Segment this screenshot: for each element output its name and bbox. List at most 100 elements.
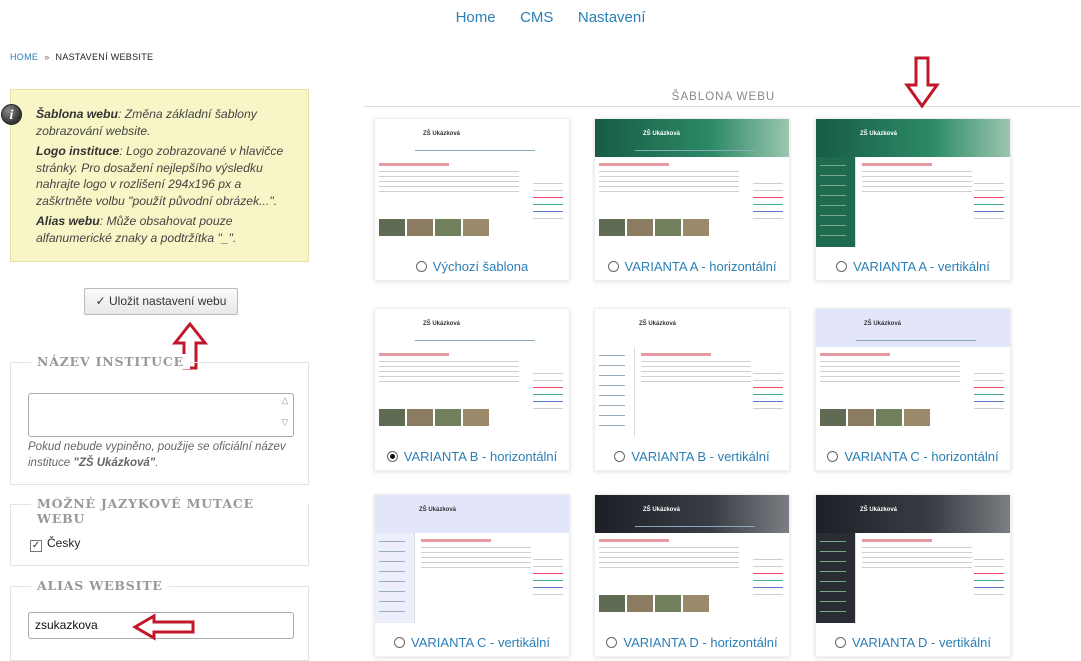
template-card[interactable]: ZŠ Ukázková VARIANTA B - horizontální	[374, 308, 570, 471]
preview-side-line	[753, 559, 783, 560]
template-card[interactable]: ZŠ Ukázková VARIANTA D - vertikální	[815, 494, 1011, 657]
preview-sidebar	[816, 157, 856, 247]
template-card[interactable]: ZŠ Ukázková VARIANTA A - horizontální	[594, 118, 790, 281]
save-settings-button[interactable]: ✓ Uložit nastavení webu	[84, 288, 238, 315]
preview-photos	[379, 409, 489, 426]
preview-header	[375, 495, 569, 533]
preview-text-line	[820, 361, 960, 362]
preview-header	[375, 119, 569, 157]
template-option[interactable]: Výchozí šablona	[375, 259, 569, 274]
preview-sidebar-item	[820, 165, 846, 166]
preview-brand: ZŠ Ukázková	[643, 131, 681, 137]
preview-sidebar-item	[820, 175, 846, 176]
template-preview[interactable]: ZŠ Ukázková	[595, 119, 789, 247]
template-option[interactable]: VARIANTA A - horizontální	[595, 259, 789, 274]
preview-photo	[820, 409, 846, 426]
template-preview[interactable]: ZŠ Ukázková	[375, 495, 569, 623]
radio-selected-icon[interactable]	[386, 451, 398, 462]
info-icon: i	[1, 104, 22, 125]
preview-side-line	[753, 580, 783, 581]
preview-text-line	[862, 557, 972, 558]
preview-text-line	[379, 186, 519, 187]
template-option[interactable]: VARIANTA B - horizontální	[375, 449, 569, 464]
preview-photo	[463, 409, 489, 426]
preview-side-line	[753, 218, 783, 219]
preview-text-line	[862, 547, 972, 548]
breadcrumb-current: NASTAVENÍ WEBSITE	[55, 52, 154, 62]
preview-text-line	[421, 562, 531, 563]
preview-text-line	[379, 191, 519, 192]
preview-sidebar-item	[599, 355, 625, 356]
checkbox-checked-icon[interactable]: ✓	[30, 540, 42, 552]
breadcrumb-home[interactable]: HOME	[10, 52, 38, 62]
preview-heading	[599, 539, 669, 542]
preview-side-line	[533, 559, 563, 560]
radio-icon[interactable]	[607, 261, 619, 272]
preview-side-line	[974, 380, 1004, 381]
template-card[interactable]: ZŠ Ukázková VARIANTA A - vertikální	[815, 118, 1011, 281]
template-card[interactable]: ZŠ Ukázková VARIANTA C - horizontální	[815, 308, 1011, 471]
template-preview[interactable]: ZŠ Ukázková	[375, 309, 569, 437]
template-preview[interactable]: ZŠ Ukázková	[816, 495, 1010, 623]
template-option[interactable]: VARIANTA D - horizontální	[595, 635, 789, 650]
preview-sidebar-item	[820, 205, 846, 206]
template-section-title: ŠABLONA WEBU	[671, 91, 776, 103]
template-option[interactable]: VARIANTA C - horizontální	[816, 449, 1010, 464]
radio-icon[interactable]	[827, 451, 839, 462]
preview-text-line	[599, 171, 739, 172]
template-preview[interactable]: ZŠ Ukázková	[595, 495, 789, 623]
template-card[interactable]: ZŠ Ukázková Výchozí šablona	[374, 118, 570, 281]
preview-sidebar-item	[379, 561, 405, 562]
legend-institution-name: NÁZEV INSTITUCE	[31, 354, 190, 369]
template-preview[interactable]: ZŠ Ukázková	[816, 309, 1010, 437]
nav-cms[interactable]: CMS	[520, 9, 553, 26]
radio-icon[interactable]	[614, 451, 626, 462]
preview-brand: ZŠ Ukázková	[419, 507, 457, 513]
preview-text-line	[421, 547, 531, 548]
radio-icon[interactable]	[415, 261, 427, 272]
preview-sidebar	[595, 347, 635, 437]
preview-text-line	[862, 186, 972, 187]
nav-home[interactable]: Home	[456, 9, 496, 26]
preview-sidebar-item	[599, 395, 625, 396]
scroll-down-icon[interactable]: ▽	[279, 417, 291, 435]
preview-sidebar-item	[820, 561, 846, 562]
preview-header	[595, 495, 789, 533]
preview-sidebar-item	[599, 425, 625, 426]
preview-sidebar-item	[820, 581, 846, 582]
radio-icon[interactable]	[835, 637, 847, 648]
preview-sidebar	[375, 533, 415, 623]
preview-text-line	[862, 176, 972, 177]
template-option[interactable]: VARIANTA A - vertikální	[816, 259, 1010, 274]
help-template: Šablona webu: Změna základní šablony zob…	[36, 106, 288, 139]
preview-side-line	[974, 559, 1004, 560]
template-option[interactable]: VARIANTA C - vertikální	[375, 635, 569, 650]
radio-icon[interactable]	[394, 637, 406, 648]
template-label: VARIANTA A - horizontální	[624, 259, 777, 274]
template-preview[interactable]: ZŠ Ukázková	[375, 119, 569, 247]
preview-side-line	[533, 587, 563, 588]
help-alias-term: Alias webu	[36, 214, 100, 228]
scroll-up-icon[interactable]: △	[279, 395, 291, 413]
template-card[interactable]: ZŠ Ukázková VARIANTA B - vertikální	[594, 308, 790, 471]
preview-brand: ZŠ Ukázková	[423, 321, 461, 327]
preview-photo	[683, 219, 709, 236]
preview-side-line	[753, 204, 783, 205]
template-option[interactable]: VARIANTA D - vertikální	[816, 635, 1010, 650]
radio-icon[interactable]	[836, 261, 848, 272]
preview-side-line	[753, 373, 783, 374]
template-option[interactable]: VARIANTA B - vertikální	[595, 449, 789, 464]
language-option-cesky[interactable]: ✓ Česky	[30, 536, 80, 552]
institution-name-input[interactable]: △ ▽	[28, 393, 294, 437]
template-preview[interactable]: ZŠ Ukázková	[595, 309, 789, 437]
template-preview[interactable]: ZŠ Ukázková	[816, 119, 1010, 247]
preview-text-line	[379, 171, 519, 172]
template-card[interactable]: ZŠ Ukázková VARIANTA D - horizontální	[594, 494, 790, 657]
template-label: VARIANTA C - horizontální	[844, 449, 999, 464]
preview-side-line	[533, 408, 563, 409]
template-card[interactable]: ZŠ Ukázková VARIANTA C - vertikální	[374, 494, 570, 657]
preview-brand: ZŠ Ukázková	[860, 507, 898, 513]
nav-nastaveni[interactable]: Nastavení	[578, 9, 646, 26]
radio-icon[interactable]	[606, 637, 618, 648]
preview-sidebar-item	[379, 591, 405, 592]
